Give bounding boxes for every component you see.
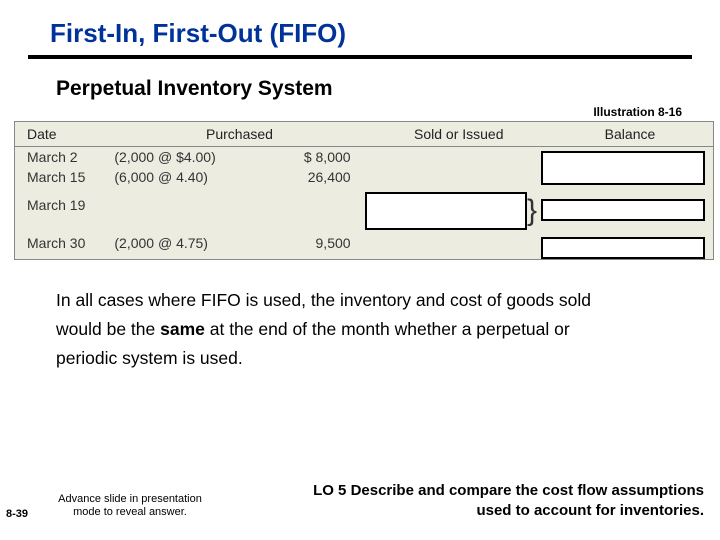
th-balance: Balance	[547, 122, 713, 147]
title-rule	[28, 55, 692, 59]
cell-sold	[371, 147, 547, 168]
answer-mask	[541, 237, 705, 259]
body-emph: same	[160, 319, 205, 339]
cell-date: March 15	[15, 167, 108, 187]
advance-note: Advance slide in presentation mode to re…	[40, 493, 220, 521]
th-date: Date	[15, 122, 108, 147]
cell-purch: (2,000 @ $4.00)	[108, 147, 295, 168]
lo-line: LO 5 Describe and compare the cost flow …	[313, 482, 704, 499]
illustration-label: Illustration 8-16	[28, 105, 682, 119]
cell-date: March 2	[15, 147, 108, 168]
advance-line: mode to reveal answer.	[73, 506, 187, 518]
body-line: In all cases where FIFO is used, the inv…	[56, 290, 591, 310]
cell-date: March 19	[15, 195, 108, 215]
cell-amt: 9,500	[295, 233, 370, 253]
answer-mask	[541, 199, 705, 221]
answer-mask	[365, 192, 527, 230]
lo-line: used to account for inventories.	[476, 502, 704, 519]
answer-mask	[541, 151, 705, 185]
advance-line: Advance slide in presentation	[58, 493, 202, 505]
inventory-table: Date Purchased Sold or Issued Balance Ma…	[14, 121, 714, 260]
cell-purch	[108, 195, 295, 215]
cell-amt	[295, 195, 370, 215]
learning-objective: LO 5 Describe and compare the cost flow …	[220, 481, 720, 520]
th-sold: Sold or Issued	[371, 122, 547, 147]
slide-footer: 8-39 Advance slide in presentation mode …	[0, 481, 720, 520]
body-line: periodic system is used.	[56, 348, 243, 368]
cell-date: March 30	[15, 233, 108, 253]
cell-sold	[371, 233, 547, 253]
cell-sold	[371, 167, 547, 187]
slide-subtitle: Perpetual Inventory System	[56, 77, 692, 101]
body-line: at the end of the month whether a perpet…	[205, 319, 570, 339]
cell-amt: $ 8,000	[295, 147, 370, 168]
body-line: would be the	[56, 319, 160, 339]
th-purchased: Purchased	[108, 122, 370, 147]
body-paragraph: In all cases where FIFO is used, the inv…	[56, 286, 674, 373]
cell-amt: 26,400	[295, 167, 370, 187]
page-number: 8-39	[6, 508, 40, 520]
slide-title: First-In, First-Out (FIFO)	[50, 18, 692, 49]
brace-icon: }	[527, 196, 537, 226]
cell-purch: (2,000 @ 4.75)	[108, 233, 295, 253]
cell-purch: (6,000 @ 4.40)	[108, 167, 295, 187]
